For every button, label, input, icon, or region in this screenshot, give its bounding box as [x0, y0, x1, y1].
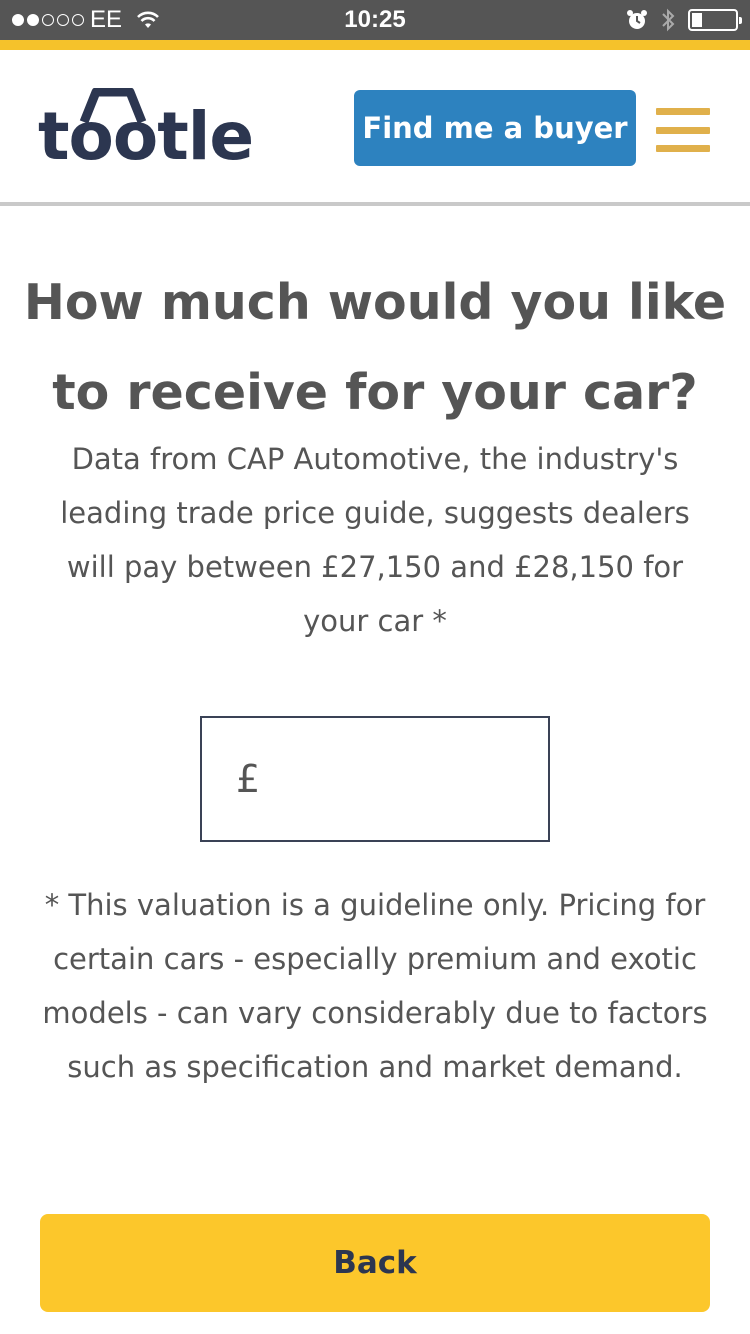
price-field[interactable]: £ [200, 716, 550, 842]
tootle-logo[interactable]: tootle [38, 88, 254, 170]
currency-symbol: £ [236, 757, 261, 801]
status-right [626, 0, 742, 40]
page-title: How much would you like to receive for y… [23, 274, 727, 421]
valuation-description: Data from CAP Automotive, the industry's… [60, 442, 690, 638]
valuation-disclaimer: * This valuation is a guideline only. Pr… [42, 888, 708, 1084]
price-input[interactable] [266, 757, 507, 801]
alarm-clock-icon [627, 10, 647, 29]
logo-text: tootle [38, 98, 254, 175]
site-header: tootle Find me a buyer [0, 50, 750, 206]
brand-strip [0, 40, 750, 50]
hamburger-menu-icon[interactable] [656, 108, 710, 152]
bluetooth-icon [662, 8, 675, 32]
status-bar: EE 10:25 [0, 0, 750, 40]
find-me-a-buyer-button[interactable]: Find me a buyer [354, 90, 636, 166]
battery-icon [688, 9, 742, 31]
back-button[interactable]: Back [40, 1214, 710, 1312]
